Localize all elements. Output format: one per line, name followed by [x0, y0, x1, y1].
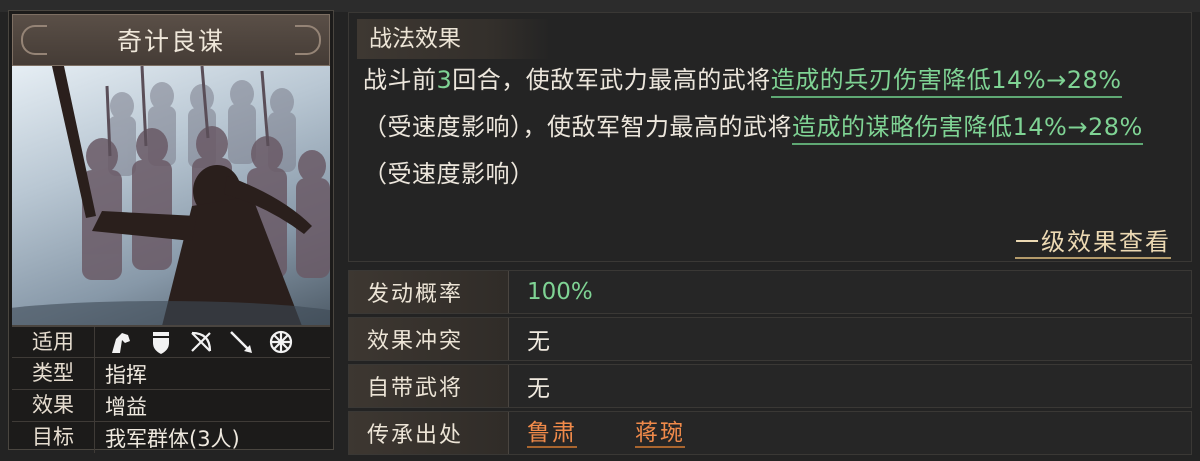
- scroll-ornament-right-icon: [295, 25, 321, 55]
- archer-icon: [187, 328, 215, 356]
- card-title-bar: 奇计良谋: [12, 14, 330, 66]
- attr-row-inherit: 传承出处 鲁肃 蒋琬: [348, 411, 1192, 455]
- effect-heading: 战法效果: [357, 19, 551, 59]
- attr-key: 发动概率: [349, 271, 509, 313]
- info-row-target: 目标 我军群体(3人): [12, 421, 330, 453]
- info-value: 增益: [105, 394, 147, 419]
- conflict-value: 无: [527, 329, 550, 355]
- effect-description: 战斗前3回合，使敌军武力最高的武将造成的兵刃伤害降低14%→28%（受速度影响）…: [363, 57, 1163, 198]
- effect-text: （受速度影响），使敌军智力最高的武将: [363, 113, 792, 141]
- attr-key: 自带武将: [349, 365, 509, 407]
- effect-keyword-link[interactable]: 造成的兵刃伤害降低: [770, 66, 992, 98]
- spear-icon: [227, 328, 255, 356]
- info-key: 类型: [12, 358, 95, 389]
- effect-value: 14%→28%: [1012, 113, 1143, 145]
- info-key: 效果: [12, 390, 95, 421]
- siege-wheel-icon: [267, 328, 295, 356]
- attr-row-conflict: 效果冲突 无: [348, 317, 1192, 361]
- tactic-info-table: 适用 类型 指挥 效果 增益 目标 我军群体(3人): [12, 325, 330, 453]
- effect-keyword-link[interactable]: 造成的谋略伤害降低: [792, 113, 1013, 145]
- shield-icon: [147, 328, 175, 356]
- info-value: 我军群体(3人): [105, 426, 240, 451]
- troop-type-icons: [95, 328, 295, 356]
- general-link-jiangwan[interactable]: 蒋琬: [635, 420, 685, 448]
- attr-key: 传承出处: [349, 412, 509, 454]
- attr-row-own-general: 自带武将 无: [348, 364, 1192, 408]
- effect-text: 战斗前: [363, 66, 437, 94]
- tactic-name: 奇计良谋: [116, 27, 225, 56]
- tactic-card: 奇计良谋 适用 类型 指挥 效果 增益 目标 我军群体(3人): [8, 10, 334, 453]
- info-row-type: 类型 指挥: [12, 357, 330, 389]
- cavalry-icon: [107, 328, 135, 356]
- general-link-lusu[interactable]: 鲁肃: [527, 420, 577, 448]
- info-row-troops: 适用: [12, 325, 330, 357]
- info-key: 目标: [12, 422, 95, 453]
- info-row-effect: 效果 增益: [12, 389, 330, 421]
- effect-value: 14%→28%: [991, 66, 1122, 98]
- own-general-value: 无: [527, 376, 550, 402]
- effect-text: 回合，使敌军武力最高的武将: [452, 66, 771, 94]
- effect-panel: 战法效果 战斗前3回合，使敌军武力最高的武将造成的兵刃伤害降低14%→28%（受…: [348, 12, 1192, 262]
- effect-text: （受速度影响）: [363, 160, 535, 188]
- info-value: 指挥: [105, 362, 147, 387]
- level-one-effect-link[interactable]: 一级效果查看: [1015, 227, 1171, 259]
- effect-rounds: 3: [436, 66, 453, 94]
- inherit-generals: 鲁肃 蒋琬: [509, 419, 743, 448]
- attr-key: 效果冲突: [349, 318, 509, 360]
- attr-row-trigger-rate: 发动概率 100%: [348, 270, 1192, 314]
- info-key: 适用: [12, 327, 95, 357]
- trigger-rate-value: 100%: [527, 279, 593, 305]
- tactic-artwork: [12, 66, 330, 326]
- scroll-ornament-left-icon: [21, 25, 47, 55]
